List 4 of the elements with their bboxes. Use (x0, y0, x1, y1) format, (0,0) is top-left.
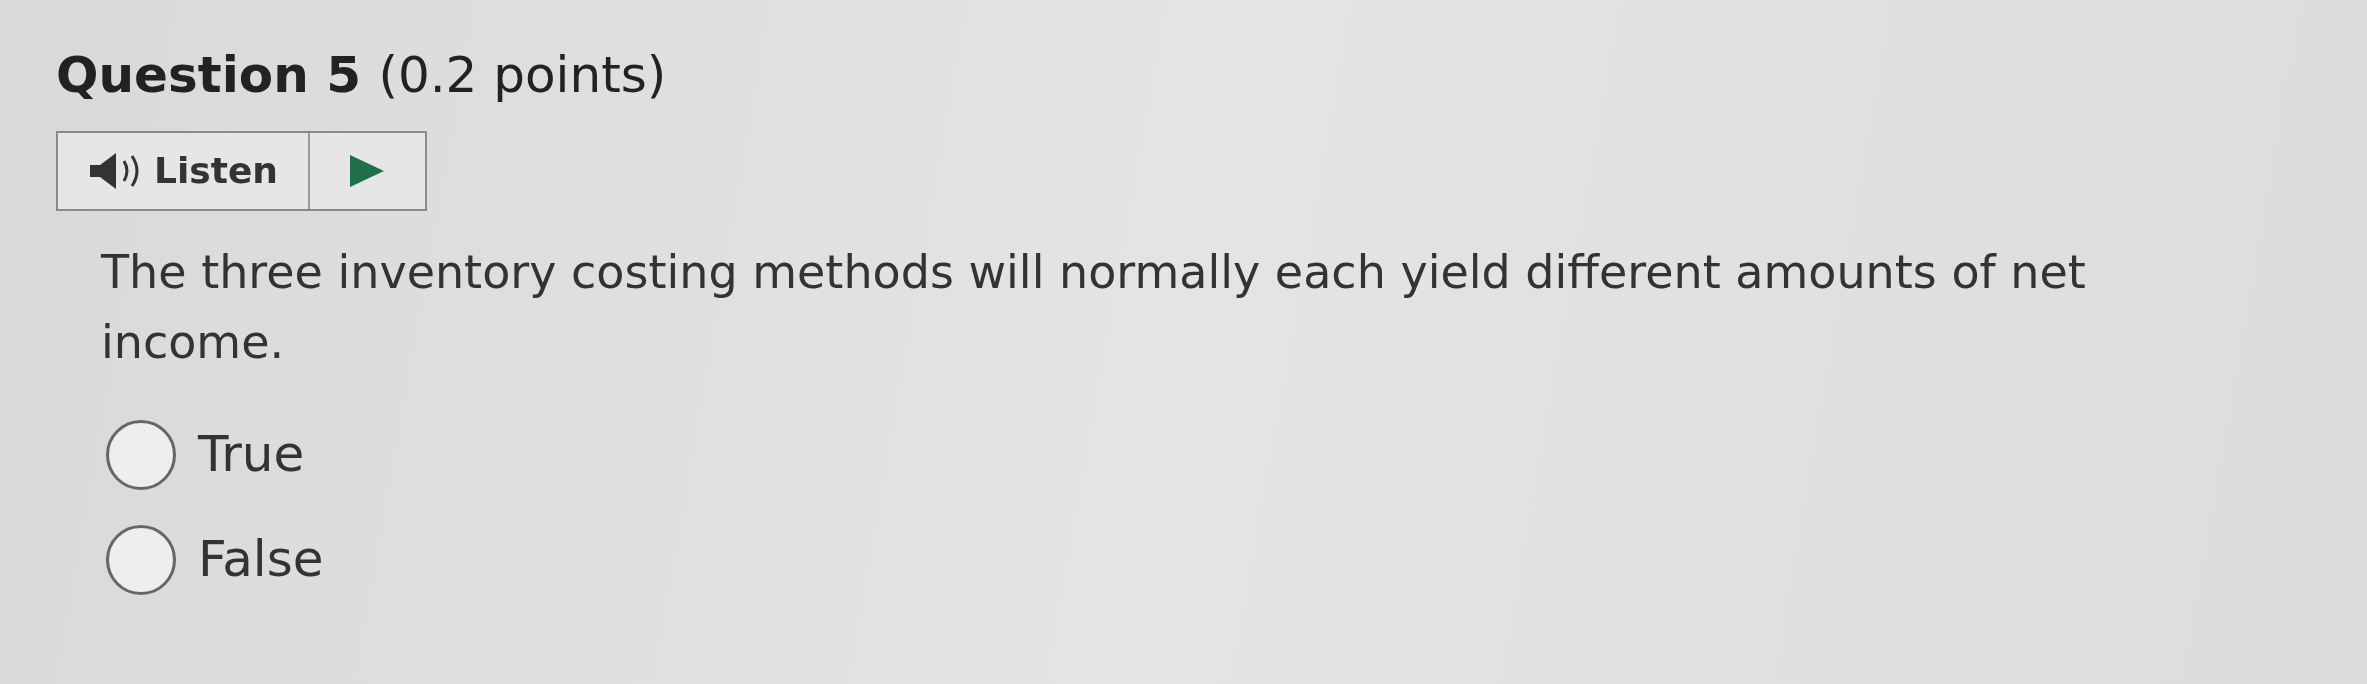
option-label[interactable]: False (198, 522, 324, 597)
question-text: The three inventory costing methods will normally each yield different amounts of net income. (101, 244, 2087, 371)
question-title: Question 5 (0.2 points) (56, 45, 668, 106)
option-label[interactable]: True (198, 417, 305, 492)
